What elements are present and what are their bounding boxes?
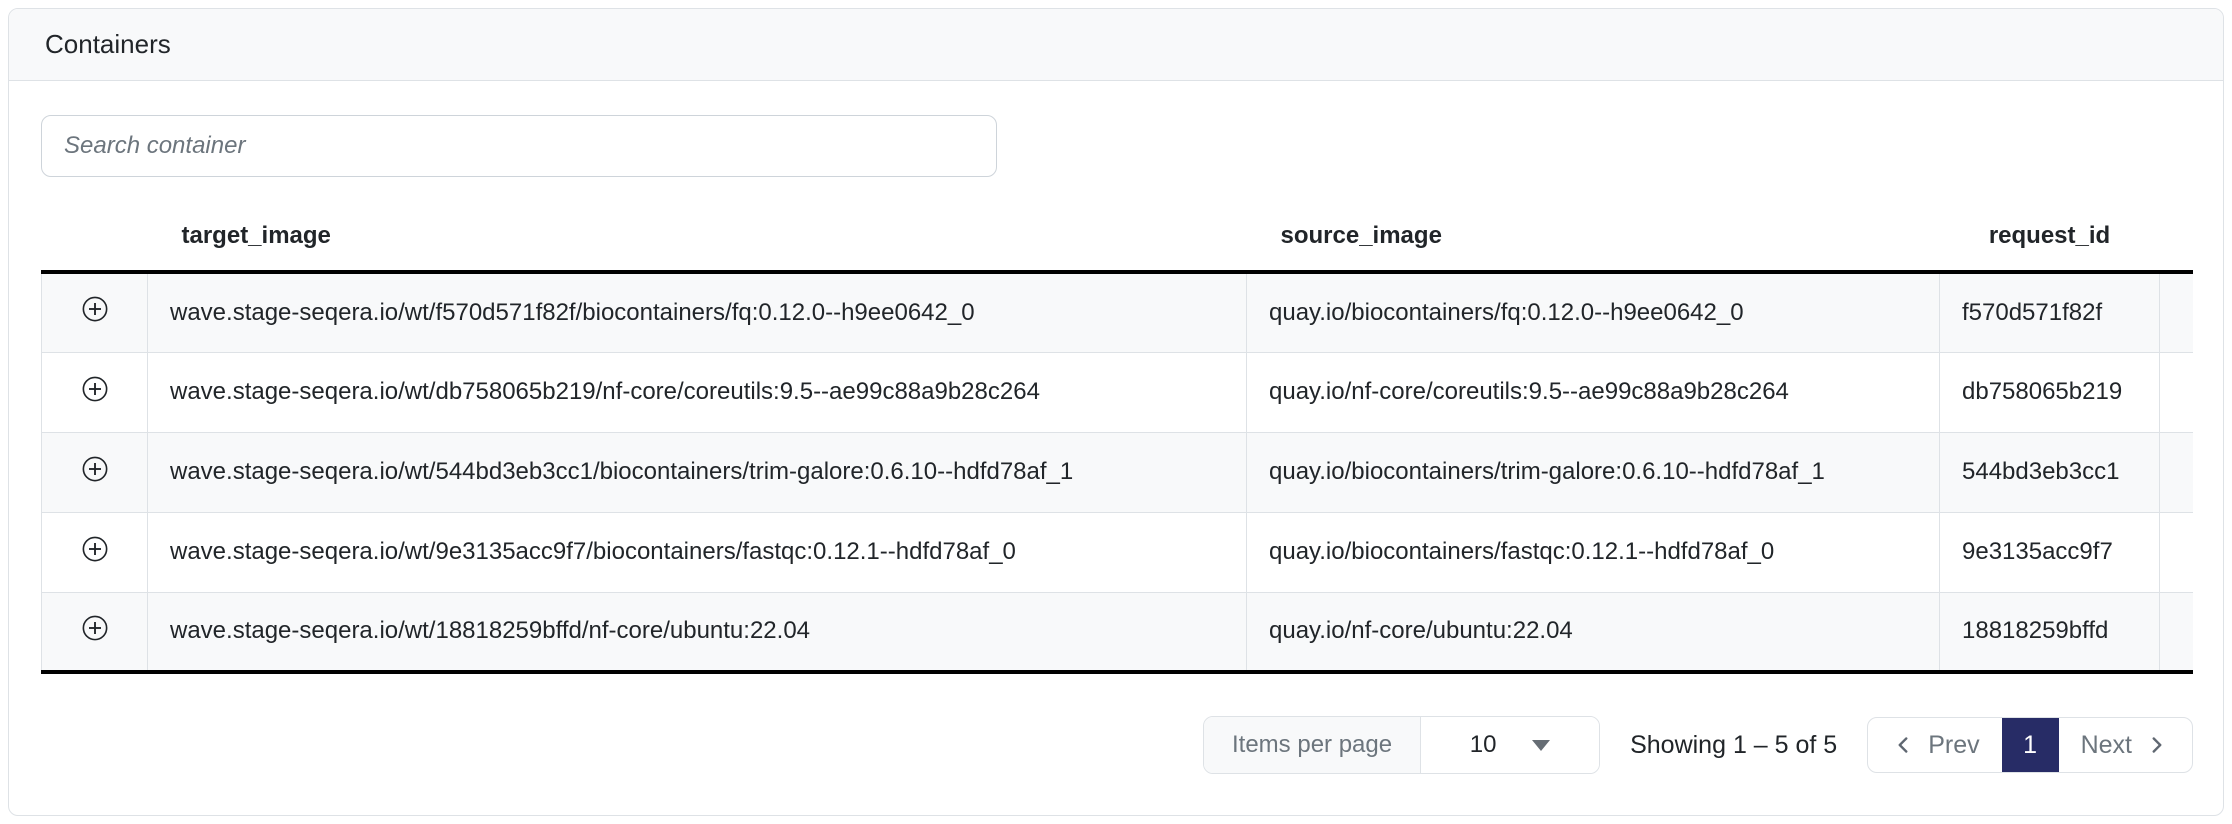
card-body: target_image source_image request_id: [9, 81, 2223, 774]
expand-row-button[interactable]: [80, 374, 110, 404]
cell-target-image: wave.stage-seqera.io/wt/f570d571f82f/bio…: [148, 272, 1247, 352]
plus-circle-icon: [80, 294, 110, 324]
items-per-page-select[interactable]: 10: [1421, 717, 1599, 773]
containers-table-wrap: target_image source_image request_id: [41, 201, 2193, 674]
items-per-page-control: Items per page 10: [1203, 716, 1600, 774]
table-row: wave.stage-seqera.io/wt/db758065b219/nf-…: [42, 352, 2194, 432]
table-body: wave.stage-seqera.io/wt/f570d571f82f/bio…: [42, 272, 2194, 672]
cell-source-image: quay.io/biocontainers/fastqc:0.12.1--hdf…: [1247, 512, 1940, 592]
table-footer: Items per page 10 Showing 1 – 5 of 5 Pre…: [41, 716, 2193, 774]
cell-extra: [2160, 432, 2194, 512]
table-header-row: target_image source_image request_id: [42, 201, 2194, 272]
chevron-right-icon: [2144, 732, 2170, 758]
cell-source-image: quay.io/nf-core/coreutils:9.5--ae99c88a9…: [1247, 352, 1940, 432]
cell-extra: [2160, 272, 2194, 352]
cell-request-id: db758065b219: [1940, 352, 2160, 432]
cell-target-image: wave.stage-seqera.io/wt/db758065b219/nf-…: [148, 352, 1247, 432]
cell-request-id: f570d571f82f: [1940, 272, 2160, 352]
table-row: wave.stage-seqera.io/wt/544bd3eb3cc1/bio…: [42, 432, 2194, 512]
prev-button-label: Prev: [1928, 731, 1979, 760]
cell-target-image: wave.stage-seqera.io/wt/18818259bffd/nf-…: [148, 592, 1247, 672]
column-header-expand: [42, 201, 148, 272]
expand-row-button[interactable]: [80, 454, 110, 484]
card-header: Containers: [9, 9, 2223, 81]
containers-table: target_image source_image request_id: [41, 201, 2193, 674]
cell-request-id: 544bd3eb3cc1: [1940, 432, 2160, 512]
column-header-request-id: request_id: [1940, 201, 2160, 272]
table-row: wave.stage-seqera.io/wt/f570d571f82f/bio…: [42, 272, 2194, 352]
next-button[interactable]: Next: [2059, 718, 2192, 772]
cell-extra: [2160, 592, 2194, 672]
prev-button[interactable]: Prev: [1868, 718, 2001, 772]
cell-target-image: wave.stage-seqera.io/wt/544bd3eb3cc1/bio…: [148, 432, 1247, 512]
showing-range-text: Showing 1 – 5 of 5: [1630, 731, 1837, 760]
table-row: wave.stage-seqera.io/wt/9e3135acc9f7/bio…: [42, 512, 2194, 592]
plus-circle-icon: [80, 534, 110, 564]
pager: Prev 1 Next: [1867, 717, 2193, 773]
column-header-source-image: source_image: [1247, 201, 1940, 272]
cell-extra: [2160, 352, 2194, 432]
items-per-page-value: 10: [1470, 731, 1497, 759]
cell-source-image: quay.io/biocontainers/fq:0.12.0--h9ee064…: [1247, 272, 1940, 352]
containers-card: Containers target_image source_image: [8, 8, 2224, 816]
chevron-left-icon: [1890, 732, 1916, 758]
plus-circle-icon: [80, 374, 110, 404]
cell-target-image: wave.stage-seqera.io/wt/9e3135acc9f7/bio…: [148, 512, 1247, 592]
cell-request-id: 18818259bffd: [1940, 592, 2160, 672]
cell-request-id: 9e3135acc9f7: [1940, 512, 2160, 592]
search-input[interactable]: [41, 115, 997, 177]
cell-source-image: quay.io/biocontainers/trim-galore:0.6.10…: [1247, 432, 1940, 512]
caret-down-icon: [1532, 740, 1550, 751]
expand-row-button[interactable]: [80, 294, 110, 324]
expand-row-button[interactable]: [80, 534, 110, 564]
cell-extra: [2160, 512, 2194, 592]
expand-row-button[interactable]: [80, 613, 110, 643]
next-button-label: Next: [2081, 731, 2132, 760]
page-title: Containers: [45, 29, 171, 60]
column-header-target-image: target_image: [148, 201, 1247, 272]
plus-circle-icon: [80, 454, 110, 484]
plus-circle-icon: [80, 613, 110, 643]
column-header-extra: [2160, 201, 2194, 272]
items-per-page-label: Items per page: [1204, 717, 1421, 773]
page-1-button[interactable]: 1: [2002, 718, 2059, 772]
cell-source-image: quay.io/nf-core/ubuntu:22.04: [1247, 592, 1940, 672]
table-row: wave.stage-seqera.io/wt/18818259bffd/nf-…: [42, 592, 2194, 672]
